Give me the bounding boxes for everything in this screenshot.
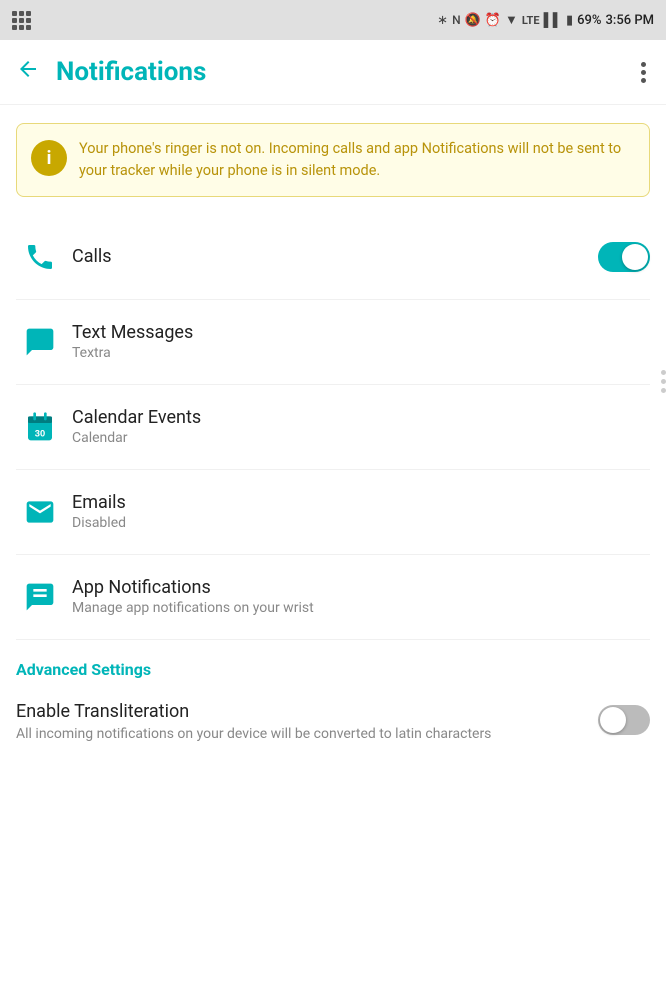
calls-toggle-thumb [622,244,648,270]
advanced-settings-section: Advanced Settings Enable Transliteration… [0,640,666,753]
emails-item[interactable]: Emails Disabled [16,470,650,555]
svg-text:30: 30 [35,428,45,438]
transliteration-item[interactable]: Enable Transliteration All incoming noti… [16,693,650,753]
info-icon: i [31,140,67,176]
emails-title: Emails [72,492,650,513]
calendar-events-icon: 30 [16,403,64,451]
text-messages-icon [16,318,64,366]
calls-title: Calls [72,246,598,267]
n-icon: N [452,13,461,27]
back-button[interactable] [16,57,40,87]
status-left [12,11,31,30]
calls-item[interactable]: Calls [16,215,650,300]
transliteration-toggle-container [598,701,650,735]
calendar-events-item[interactable]: 30 Calendar Events Calendar [16,385,650,470]
lte-label: LTE [522,14,540,27]
transliteration-title: Enable Transliteration [16,701,582,722]
battery-percent: 69% [577,13,601,28]
app-bar: Notifications [0,40,666,105]
signal-icon: ▌▌ [544,12,562,28]
status-right: ∗ N 🔕 ⏰ ▼ LTE ▌▌ ▮ 69% 3:56 PM [437,12,654,28]
emails-content: Emails Disabled [64,492,650,531]
calls-toggle-container [598,242,650,272]
scrollbar-dot [661,379,666,384]
app-notifications-content: App Notifications Manage app notificatio… [64,577,650,616]
emails-icon [16,488,64,536]
app-notifications-item[interactable]: App Notifications Manage app notificatio… [16,555,650,640]
wifi-icon: ▼ [505,12,518,28]
app-notifications-subtitle: Manage app notifications on your wrist [72,600,650,616]
settings-list: Calls Text Messages Textra 30 [0,215,666,640]
calendar-events-subtitle: Calendar [72,430,650,446]
transliteration-toggle[interactable] [598,705,650,735]
mute-icon: 🔕 [465,13,481,28]
bluetooth-icon: ∗ [437,13,448,28]
calls-content: Calls [64,246,598,267]
page-title: Notifications [56,57,637,87]
scrollbar-dot [661,370,666,375]
status-bar: ∗ N 🔕 ⏰ ▼ LTE ▌▌ ▮ 69% 3:56 PM [0,0,666,40]
alarm-icon: ⏰ [485,13,501,28]
app-notifications-icon [16,573,64,621]
calendar-events-title: Calendar Events [72,407,650,428]
advanced-settings-title: Advanced Settings [16,660,650,679]
calls-toggle[interactable] [598,242,650,272]
text-messages-subtitle: Textra [72,345,650,361]
text-messages-title: Text Messages [72,322,650,343]
grid-icon [12,11,31,30]
transliteration-subtitle: All incoming notifications on your devic… [16,725,582,745]
scrollbar-dot [661,388,666,393]
battery-icon: ▮ [566,13,573,28]
transliteration-text: Enable Transliteration All incoming noti… [16,701,598,745]
app-notifications-title: App Notifications [72,577,650,598]
transliteration-toggle-thumb [600,707,626,733]
calls-icon [16,233,64,281]
warning-banner: i Your phone's ringer is not on. Incomin… [16,123,650,197]
emails-subtitle: Disabled [72,515,650,531]
clock: 3:56 PM [606,13,655,28]
warning-text: Your phone's ringer is not on. Incoming … [79,138,635,182]
scrollbar [660,370,666,393]
text-messages-item[interactable]: Text Messages Textra [16,300,650,385]
text-messages-content: Text Messages Textra [64,322,650,361]
more-options-button[interactable] [637,58,650,87]
calendar-events-content: Calendar Events Calendar [64,407,650,446]
